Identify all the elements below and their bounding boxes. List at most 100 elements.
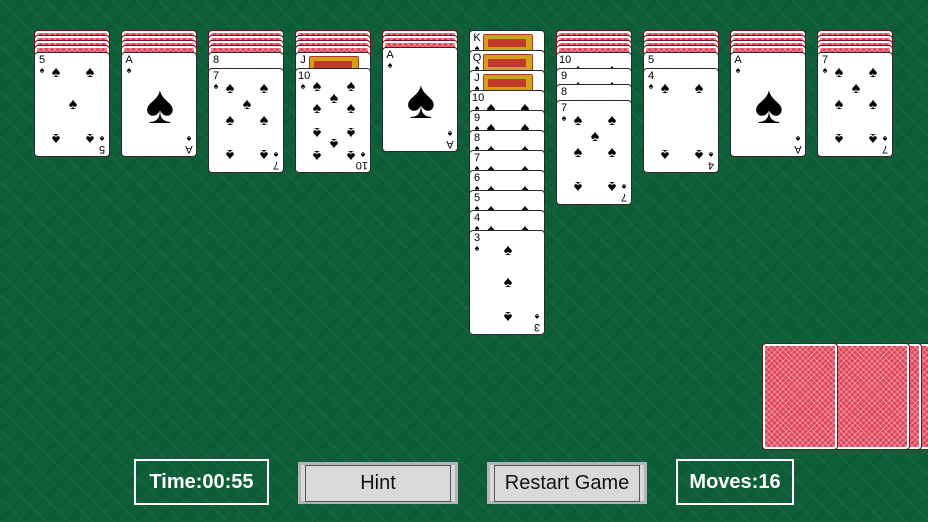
card-rank: 7	[620, 191, 628, 203]
card-rank: A	[446, 138, 454, 150]
spade-suit-icon: ♠	[387, 60, 393, 70]
playing-card[interactable]: 3 ♠ 3 ♠ ♠ ♠ ♠	[469, 230, 545, 335]
spade-suit-icon: ♠	[85, 130, 95, 147]
spade-suit-icon: ♠	[312, 124, 322, 141]
spade-suit-icon: ♠	[694, 146, 704, 163]
playing-card[interactable]: 10♠10♠♠♠♠♠♠♠♠♠♠♠	[295, 68, 371, 173]
spade-suit-icon: ♠	[346, 78, 356, 95]
spade-suit-icon: ♠	[648, 81, 654, 91]
stock-deal-pile[interactable]	[834, 343, 910, 450]
spade-suit-icon: ♠	[312, 147, 322, 164]
spade-suit-icon: ♠	[503, 242, 513, 259]
spade-suit-icon: ♠	[145, 75, 175, 135]
spade-suit-icon: ♠	[51, 130, 61, 147]
spade-suit-icon: ♠	[882, 134, 888, 144]
card-corner-index: A ♠	[124, 55, 134, 75]
playing-card[interactable]: A ♠ A ♠ ♠	[121, 52, 197, 157]
moves-counter: Moves:16	[676, 459, 794, 505]
stock-pile[interactable]	[762, 343, 928, 451]
spade-suit-icon: ♠	[225, 112, 235, 129]
card-corner-index-inverted: 7♠	[880, 134, 890, 155]
spade-suit-icon: ♠	[300, 81, 306, 91]
card-corner-index-inverted: 7♠	[271, 150, 281, 171]
spade-suit-icon: ♠	[834, 130, 844, 147]
spade-suit-icon: ♠	[660, 146, 670, 163]
spade-suit-icon: ♠	[834, 64, 844, 81]
card-rank: A	[794, 143, 802, 155]
spade-suit-icon: ♠	[259, 146, 269, 163]
card-corner-index: 4 ♠	[646, 71, 656, 91]
spade-suit-icon: ♠	[225, 80, 235, 97]
spade-suit-icon: ♠	[312, 100, 322, 117]
playing-card[interactable]: 7♠7♠♠♠♠♠♠♠♠	[556, 100, 632, 205]
spade-suit-icon: ♠	[346, 124, 356, 141]
spade-suit-icon: ♠	[868, 64, 878, 81]
spade-suit-icon: ♠	[503, 308, 513, 325]
card-corner-index: 7 ♠	[211, 71, 221, 91]
spade-suit-icon: ♠	[242, 96, 252, 113]
spade-suit-icon: ♠	[346, 147, 356, 164]
hint-button[interactable]: Hint	[298, 462, 458, 504]
card-corner-index-inverted: 10♠	[355, 150, 368, 171]
moves-label: Moves:16	[689, 470, 781, 493]
spade-suit-icon: ♠	[607, 178, 617, 195]
card-corner-index: A ♠	[733, 55, 743, 75]
restart-game-button[interactable]: Restart Game	[487, 462, 647, 504]
spade-suit-icon: ♠	[573, 178, 583, 195]
spade-suit-icon: ♠	[39, 65, 45, 75]
spade-suit-icon: ♠	[329, 90, 339, 107]
spade-suit-icon: ♠	[85, 64, 95, 81]
spade-suit-icon: ♠	[273, 150, 279, 160]
card-rank: 10	[355, 159, 368, 171]
spade-suit-icon: ♠	[346, 100, 356, 117]
card-rank: 7	[881, 143, 889, 155]
card-corner-index: 7 ♠	[820, 55, 830, 75]
card-corner-index-inverted: 7♠	[619, 182, 629, 203]
spade-suit-icon: ♠	[329, 135, 339, 152]
spade-suit-icon: ♠	[474, 243, 480, 253]
card-corner-index-inverted: A ♠	[793, 134, 803, 155]
spade-suit-icon: ♠	[51, 64, 61, 81]
spade-suit-icon: ♠	[607, 144, 617, 161]
spade-suit-icon: ♠	[754, 75, 784, 135]
spade-suit-icon: ♠	[225, 146, 235, 163]
spade-suit-icon: ♠	[503, 274, 513, 291]
playing-card[interactable]: 5♠5♠♠♠♠♠♠	[34, 52, 110, 157]
spade-suit-icon: ♠	[607, 112, 617, 129]
spade-suit-icon: ♠	[795, 134, 801, 144]
playing-card[interactable]: 4♠4♠♠♠♠♠	[643, 68, 719, 173]
card-rank: 7	[272, 159, 280, 171]
spade-suit-icon: ♠	[868, 96, 878, 113]
card-corner-index: 10♠	[298, 71, 310, 91]
stock-deal-pile[interactable]	[762, 343, 838, 450]
spade-suit-icon: ♠	[68, 96, 78, 113]
timer-display: Time:00:55	[134, 459, 269, 505]
playing-card[interactable]: A ♠ A ♠ ♠	[382, 47, 458, 152]
card-corner-index-inverted: A ♠	[445, 129, 455, 150]
spade-suit-icon: ♠	[590, 128, 600, 145]
spade-suit-icon: ♠	[99, 134, 105, 144]
spade-suit-icon: ♠	[822, 65, 828, 75]
spade-suit-icon: ♠	[360, 150, 366, 160]
spade-suit-icon: ♠	[186, 134, 192, 144]
card-corner-index-inverted: 5♠	[97, 134, 107, 155]
spade-suit-icon: ♠	[259, 80, 269, 97]
spade-suit-icon: ♠	[708, 150, 714, 160]
spade-suit-icon: ♠	[573, 112, 583, 129]
card-corner-index: 5♠	[37, 55, 47, 75]
card-rank: 5	[98, 143, 106, 155]
spade-suit-icon: ♠	[561, 113, 567, 123]
spade-suit-icon: ♠	[694, 80, 704, 97]
playing-card[interactable]: 7♠7♠♠♠♠♠♠♠♠	[817, 52, 893, 157]
spade-suit-icon: ♠	[312, 78, 322, 95]
spade-suit-icon: ♠	[573, 144, 583, 161]
spade-suit-icon: ♠	[851, 80, 861, 97]
card-corner-index: 7 ♠	[559, 103, 569, 123]
card-corner-index-inverted: 4♠	[706, 150, 716, 171]
playing-card[interactable]: A ♠ A ♠ ♠	[730, 52, 806, 157]
card-rank: 4	[707, 159, 715, 171]
spade-suit-icon: ♠	[259, 112, 269, 129]
spade-suit-icon: ♠	[447, 129, 453, 139]
card-corner-index: 3 ♠	[472, 233, 482, 253]
playing-card[interactable]: 7♠7♠♠♠♠♠♠♠♠	[208, 68, 284, 173]
